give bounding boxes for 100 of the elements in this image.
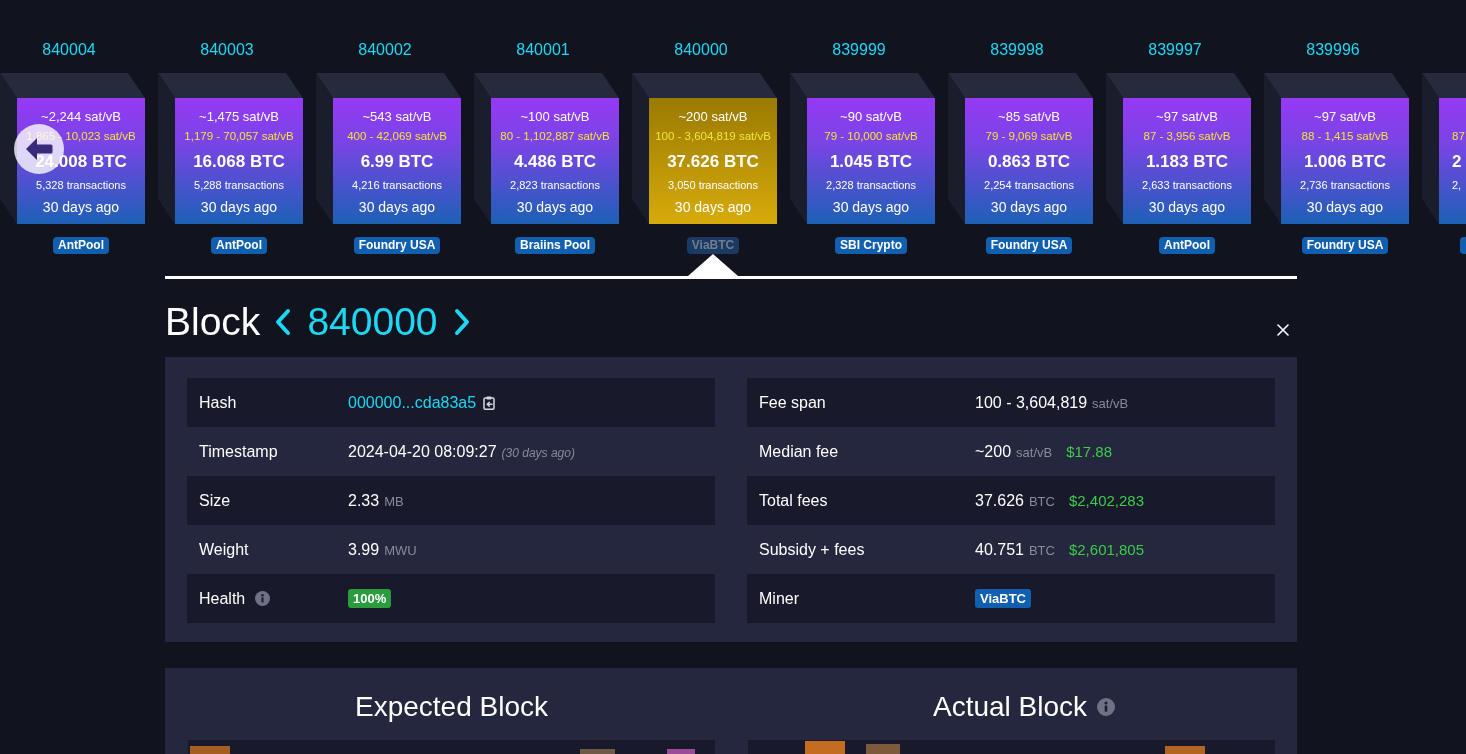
section-title: Expected Block — [355, 690, 548, 724]
block-card[interactable]: ~100 sat/vB 80 - 1,102,887 sat/vB 4.486 BTC 2,823 transactions 30 days ago — [491, 98, 619, 224]
unit-label: sat/vB — [1016, 445, 1053, 461]
block-height-link[interactable]: 839997 — [1148, 40, 1202, 60]
block-total: 1.006 BTC — [1303, 151, 1387, 173]
block-card[interactable]: ~200 sat/vB 100 - 3,604,819 sat/vB 37.626 BTC 3,050 transactions 30 days ago — [649, 98, 777, 224]
field-label: Total fees — [759, 490, 828, 511]
block-height-link[interactable]: 840001 — [516, 40, 570, 60]
transaction-count: 5,328 transactions — [36, 178, 126, 192]
block-total: 6.99 BTC — [360, 151, 434, 173]
field-label: Miner — [759, 588, 799, 609]
block-card[interactable]: ~97 sat/vB 88 - 1,415 sat/vB 1.006 BTC 2,736 transactions 30 days ago — [1281, 98, 1409, 224]
block-age: 30 days ago — [674, 198, 752, 216]
field-label: Median fee — [759, 441, 839, 462]
pool-badge[interactable]: Braiins Pool — [515, 237, 595, 254]
block-total: 16.068 BTC — [193, 151, 285, 173]
block-card[interactable]: ~1,475 sat/vB 1,179 - 70,057 sat/vB 16.068 BTC 5,288 transactions 30 days ago — [175, 98, 303, 224]
health-badge: 100% — [348, 589, 392, 608]
block-age: 30 days ago — [200, 198, 278, 216]
field-value: 3.99 — [348, 539, 380, 560]
block-age: 30 days ago — [42, 198, 120, 216]
median-fee: ~85 sat/vB — [998, 108, 1060, 126]
block-height-link[interactable]: 840003 — [200, 40, 254, 60]
pool-badge[interactable]: AntPool — [53, 237, 109, 254]
pool-badge[interactable]: SBI Crypto — [835, 237, 907, 254]
median-fee: ~2,244 sat/vB — [41, 108, 121, 126]
field-label: Size — [199, 490, 231, 511]
block-age: 30 days ago — [358, 198, 436, 216]
unit-label: MWU — [384, 543, 417, 559]
chevron-right-icon[interactable] — [453, 308, 470, 336]
fee-span: 1,179 - 70,057 sat/vB — [184, 129, 294, 143]
median-fee: ~200 sat/vB — [678, 108, 748, 126]
field-label: Weight — [199, 539, 249, 560]
block-height-link[interactable]: 840004 — [42, 40, 96, 60]
block-age: 30 days ago — [516, 198, 594, 216]
block-height-link[interactable]: 840002 — [358, 40, 412, 60]
pool-badge[interactable]: AntPool — [1159, 237, 1215, 254]
fee-span: 400 - 42,069 sat/vB — [347, 129, 447, 143]
fee-span: 79 - 9,069 sat/vB — [985, 129, 1073, 143]
unit-label: sat/vB — [1092, 396, 1129, 412]
block-card[interactable]: 87 2 2, — [1439, 98, 1466, 224]
transaction-count: 3,050 transactions — [668, 178, 758, 192]
field-label: Fee span — [759, 392, 826, 413]
hash-link[interactable]: 000000...cda83a5 — [348, 392, 477, 413]
fee-span: 80 - 1,102,887 sat/vB — [500, 129, 610, 143]
fee-span: 100 - 3,604,819 sat/vB — [655, 129, 771, 143]
field-value: 40.751 — [975, 539, 1024, 560]
median-fee: ~1,475 sat/vB — [199, 108, 279, 126]
block-age: 30 days ago — [1306, 198, 1384, 216]
pool-badge[interactable]: Foundry USA — [353, 237, 441, 254]
block-total: 1.045 BTC — [829, 151, 913, 173]
unit-label: BTC — [1028, 543, 1055, 559]
pool-badge[interactable] — [1460, 237, 1466, 254]
block-age: 30 days ago — [990, 198, 1068, 216]
info-icon — [255, 591, 271, 606]
page-title: Block — [165, 299, 261, 345]
block-height-link[interactable]: 839998 — [990, 40, 1044, 60]
relative-time: (30 days ago) — [501, 445, 575, 460]
close-icon[interactable] — [1277, 324, 1289, 336]
block-card[interactable]: ~543 sat/vB 400 - 42,069 sat/vB 6.99 BTC 4,216 transactions 30 days ago — [333, 98, 461, 224]
chevron-left-icon[interactable] — [275, 308, 292, 336]
copy-icon[interactable] — [483, 395, 496, 410]
pool-badge[interactable]: Foundry USA — [1301, 237, 1389, 254]
section-title: Actual Block — [932, 690, 1088, 724]
transaction-count: 4,216 transactions — [352, 178, 442, 192]
field-value: 2024-04-20 08:09:27 — [348, 441, 497, 462]
pool-badge[interactable]: Foundry USA — [985, 237, 1073, 254]
block-total: 37.626 BTC — [667, 151, 759, 173]
fiat-value: $17.88 — [1066, 442, 1113, 461]
block-height-link[interactable]: 840000 — [674, 40, 728, 60]
median-fee: ~543 sat/vB — [362, 108, 432, 126]
pool-badge[interactable]: AntPool — [211, 237, 267, 254]
block-card[interactable]: ~90 sat/vB 79 - 10,000 sat/vB 1.045 BTC 2,328 transactions 30 days ago — [807, 98, 935, 224]
median-fee: ~97 sat/vB — [1314, 108, 1376, 126]
field-value: ~200 — [975, 441, 1012, 462]
fiat-value: $2,402,283 — [1068, 491, 1144, 510]
block-height: 840000 — [307, 299, 438, 345]
transaction-count: 2,823 transactions — [510, 178, 600, 192]
transaction-count: 2,633 transactions — [1142, 178, 1232, 192]
transaction-count: 2, — [1452, 178, 1462, 192]
block-height-link[interactable]: 839999 — [832, 40, 886, 60]
transaction-count: 2,328 transactions — [826, 178, 916, 192]
fee-span: 87 — [1452, 129, 1465, 143]
field-value: 37.626 — [975, 490, 1024, 511]
median-fee: ~100 sat/vB — [520, 108, 590, 126]
transaction-count: 2,254 transactions — [984, 178, 1074, 192]
field-value: 100 - 3,604,819 — [975, 392, 1088, 413]
block-height-link[interactable]: 839996 — [1306, 40, 1360, 60]
unit-label: BTC — [1028, 494, 1055, 510]
transaction-count: 2,736 transactions — [1300, 178, 1390, 192]
block-card[interactable]: ~97 sat/vB 87 - 3,956 sat/vB 1.183 BTC 2,633 transactions 30 days ago — [1123, 98, 1251, 224]
block-age: 30 days ago — [1148, 198, 1226, 216]
block-total: 2 — [1452, 151, 1462, 173]
field-label: Subsidy + fees — [759, 539, 865, 560]
fee-span: 87 - 3,956 sat/vB — [1143, 129, 1231, 143]
unit-label: MB — [384, 494, 404, 510]
miner-badge[interactable]: ViaBTC — [975, 589, 1031, 608]
block-card[interactable]: ~85 sat/vB 79 - 9,069 sat/vB 0.863 BTC 2,254 transactions 30 days ago — [965, 98, 1093, 224]
block-total: 0.863 BTC — [987, 151, 1071, 173]
fee-span: 79 - 10,000 sat/vB — [824, 129, 918, 143]
